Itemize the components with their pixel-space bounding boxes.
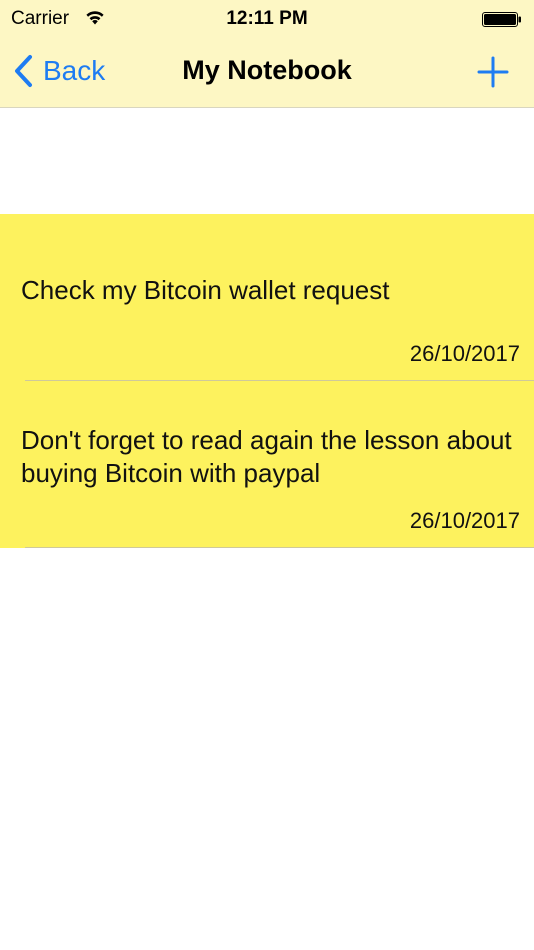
add-note-button[interactable] bbox=[476, 55, 510, 89]
plus-icon bbox=[477, 56, 509, 88]
status-bar: Carrier 12:11 PM bbox=[0, 0, 534, 38]
page-title: My Notebook bbox=[182, 55, 352, 85]
note-text: Check my Bitcoin wallet request bbox=[21, 275, 390, 305]
navigation-bar: Back My Notebook bbox=[0, 38, 534, 107]
status-time: 12:11 PM bbox=[226, 8, 308, 29]
notes-list: Check my Bitcoin wallet request 26/10/20… bbox=[0, 214, 534, 548]
row-separator bbox=[25, 547, 534, 548]
top-bar: Carrier 12:11 PM Back My Notebook bbox=[0, 0, 534, 108]
note-date: 26/10/2017 bbox=[409, 508, 520, 533]
battery-icon bbox=[482, 11, 522, 27]
notebook-screen: Carrier 12:11 PM Back My Notebook Check … bbox=[0, 0, 534, 950]
note-item[interactable]: Don't forget to read again the lesson ab… bbox=[0, 381, 534, 548]
note-item[interactable]: Check my Bitcoin wallet request 26/10/20… bbox=[0, 214, 534, 381]
note-date: 26/10/2017 bbox=[409, 341, 520, 366]
note-text: Don't forget to read again the lesson ab… bbox=[21, 425, 512, 488]
